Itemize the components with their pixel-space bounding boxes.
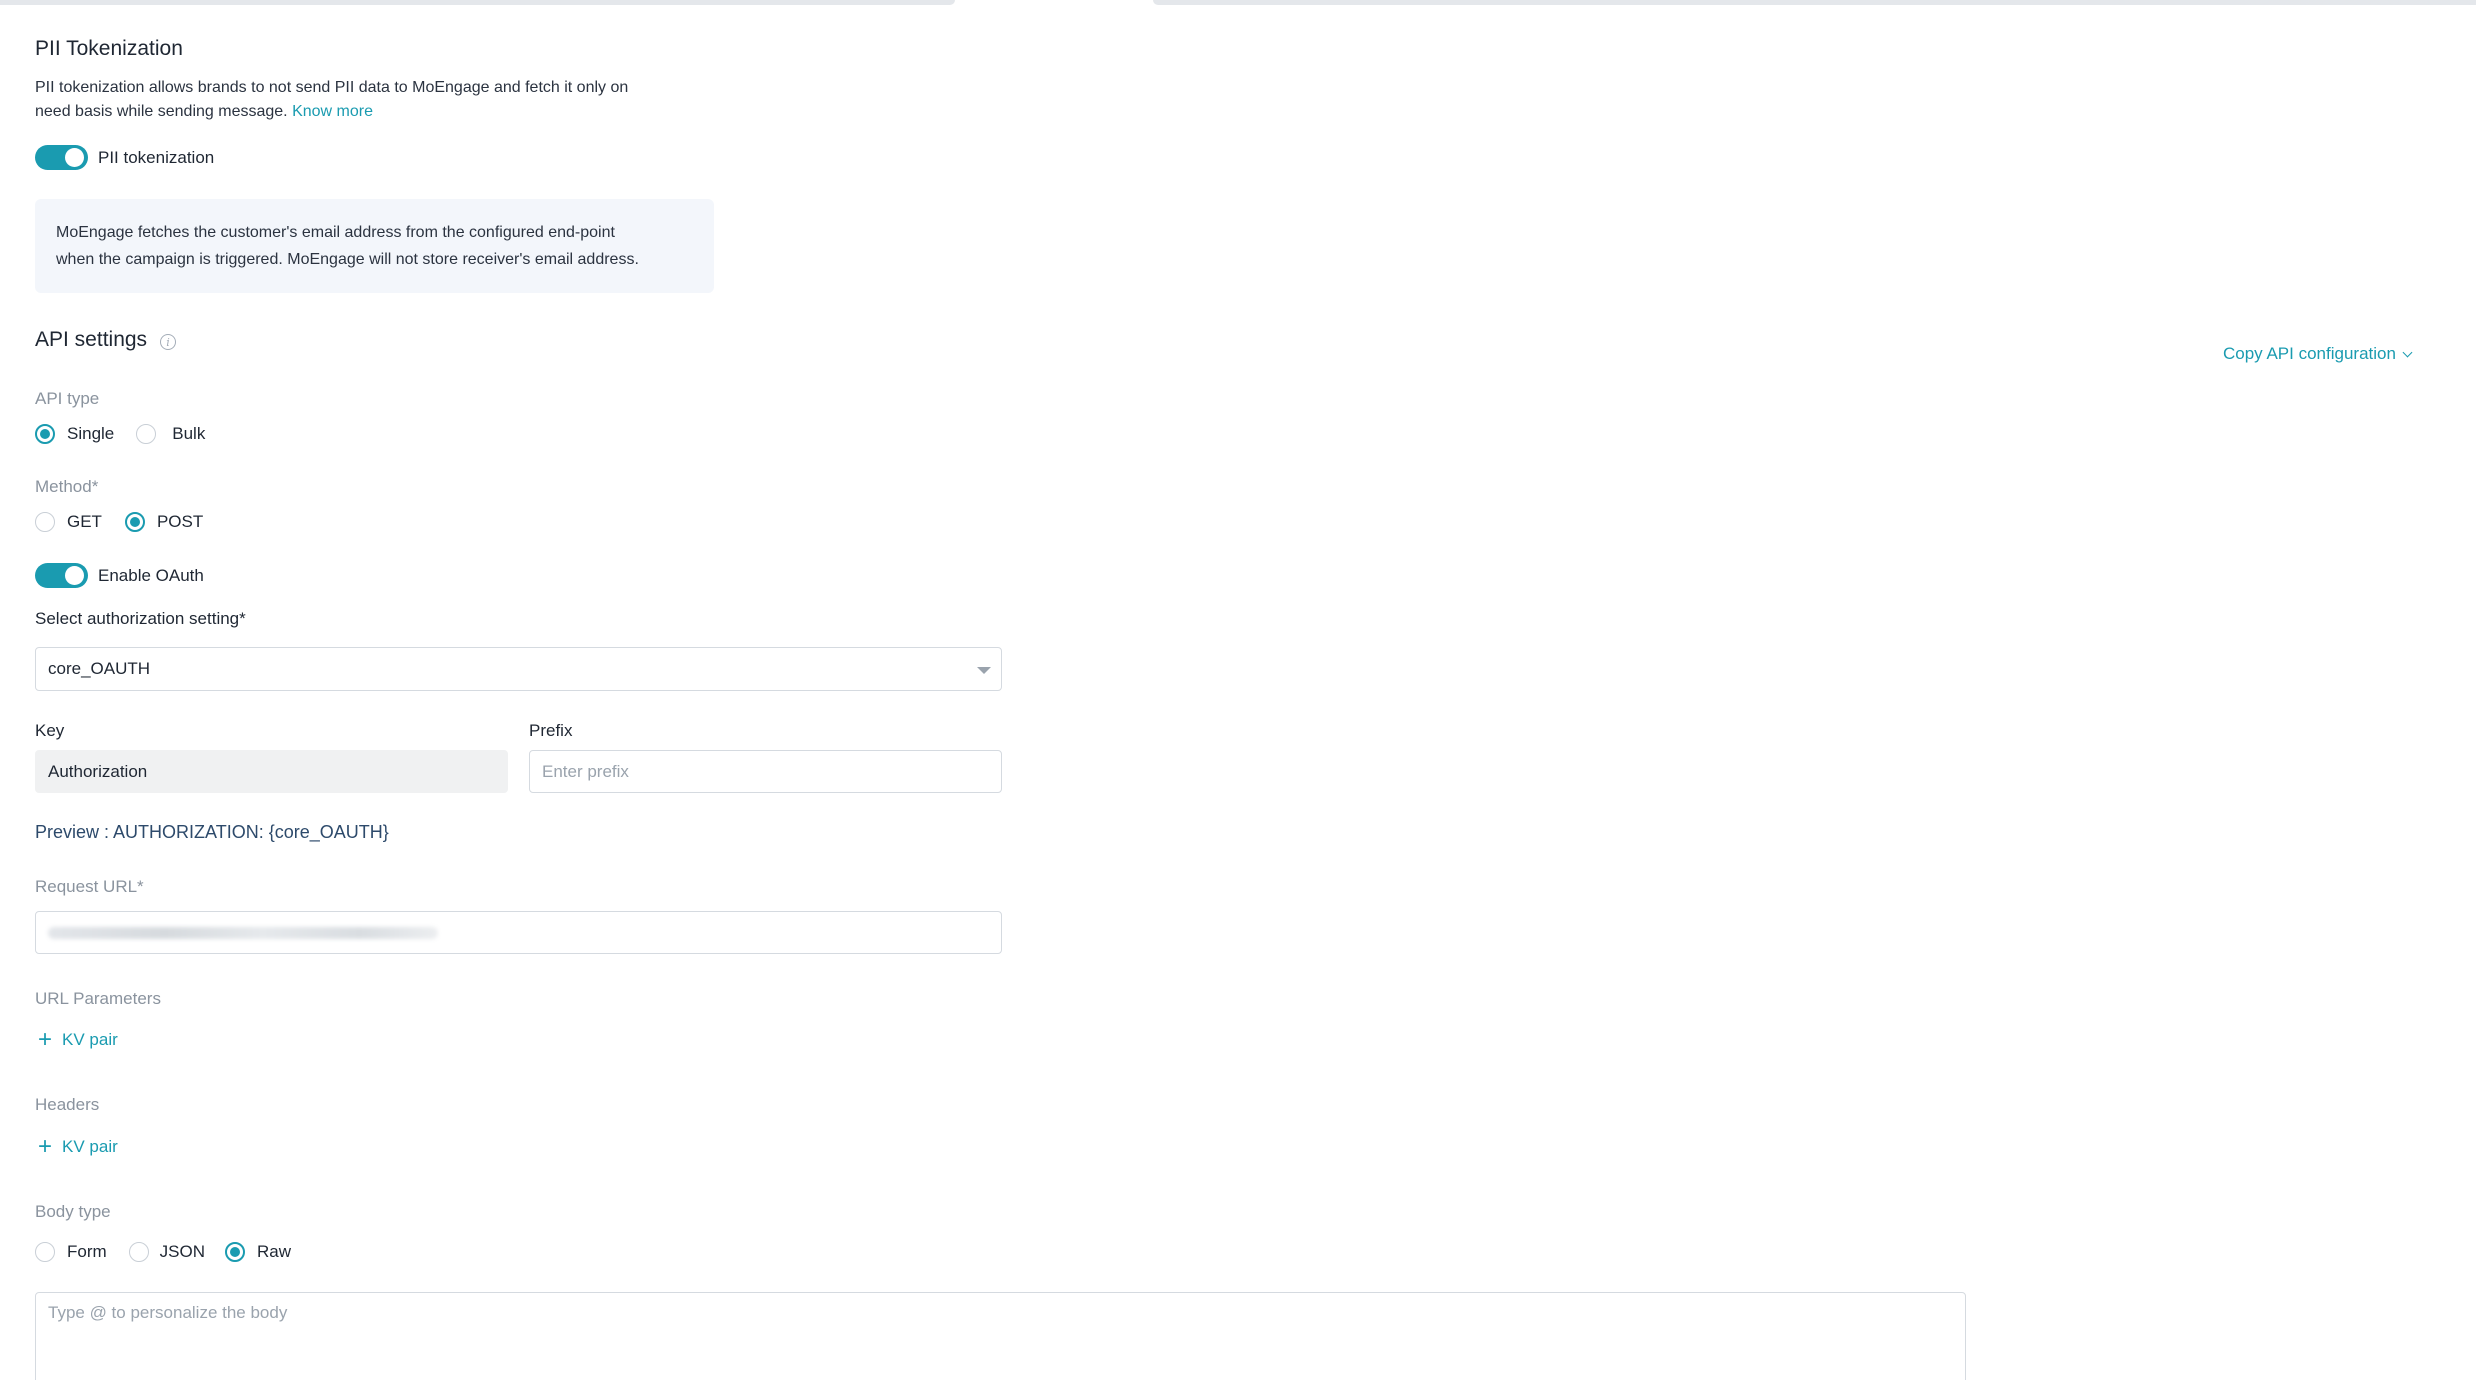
toggle-knob [65, 566, 84, 585]
copy-api-configuration-label: Copy API configuration [2223, 344, 2396, 363]
key-field: Authorization [35, 750, 508, 793]
key-label: Key [35, 721, 65, 740]
plus-icon: + [38, 1026, 53, 1053]
radio-circle [128, 1242, 149, 1262]
api-settings-title: API settings [35, 328, 148, 351]
pii-section-title: PII Tokenization [35, 37, 183, 60]
chevron-down-icon [2402, 347, 2413, 357]
enable-oauth-toggle[interactable] [35, 563, 88, 588]
prefix-input[interactable]: Enter prefix [529, 750, 1002, 793]
radio-circle-selected [225, 1242, 246, 1262]
add-url-parameter-button[interactable]: + KV pair [38, 1028, 118, 1052]
body-type-raw-label: Raw [257, 1242, 292, 1261]
body-type-label: Body type [35, 1202, 111, 1221]
pii-description-text: need basis while sending message. [35, 103, 288, 120]
api-type-single-radio[interactable]: Single [35, 424, 114, 444]
dropdown-caret-icon [977, 667, 991, 674]
api-type-bulk-label: Bulk [172, 424, 206, 443]
auth-setting-label: Select authorization setting* [35, 609, 246, 628]
tab-strip-left [0, 0, 955, 5]
method-radio-group: GET POST [35, 512, 223, 532]
pii-description: PII tokenization allows brands to not se… [35, 76, 628, 124]
body-type-form-label: Form [67, 1242, 107, 1261]
pii-info-text: MoEngage fetches the customer's email ad… [56, 219, 639, 273]
url-parameters-label: URL Parameters [35, 989, 161, 1008]
prefix-placeholder: Enter prefix [542, 761, 629, 781]
toggle-knob [65, 148, 84, 167]
pii-description-line2: need basis while sending message. Know m… [35, 100, 628, 124]
active-tab-gap [955, 0, 1153, 3]
oauth-toggle-row: Enable OAuth [35, 563, 204, 588]
radio-circle-selected [35, 424, 55, 444]
method-label: Method* [35, 477, 99, 496]
method-get-radio[interactable]: GET [35, 512, 102, 532]
api-type-single-label: Single [67, 424, 115, 443]
method-post-radio[interactable]: POST [124, 512, 204, 532]
tab-strip-right [1153, 0, 2476, 5]
headers-label: Headers [35, 1095, 100, 1114]
body-textarea[interactable]: Type @ to personalize the body [35, 1292, 1966, 1380]
info-icon[interactable]: i [160, 334, 177, 350]
pii-info-line2: when the campaign is triggered. MoEngage… [56, 251, 639, 268]
request-url-redacted-value [48, 926, 438, 939]
pii-description-line1: PII tokenization allows brands to not se… [35, 79, 629, 96]
add-url-parameter-label: KV pair [62, 1030, 118, 1049]
radio-circle [136, 424, 157, 444]
pii-toggle-label: PII tokenization [98, 147, 215, 167]
pii-info-box: MoEngage fetches the customer's email ad… [35, 199, 714, 293]
know-more-link[interactable]: Know more [292, 103, 373, 120]
api-settings-header: API settings i [35, 328, 177, 352]
prefix-label: Prefix [529, 721, 573, 740]
radio-circle [35, 1242, 55, 1262]
body-placeholder: Type @ to personalize the body [48, 1303, 288, 1322]
body-type-radio-group: Form JSON Raw [35, 1242, 311, 1262]
body-type-form-radio[interactable]: Form [35, 1242, 107, 1262]
api-type-label: API type [35, 389, 100, 408]
request-url-label: Request URL* [35, 877, 144, 896]
body-type-raw-radio[interactable]: Raw [225, 1242, 291, 1262]
request-url-input[interactable] [35, 911, 1002, 954]
method-get-label: GET [67, 512, 102, 531]
method-post-label: POST [156, 512, 204, 531]
copy-api-configuration-button[interactable]: Copy API configuration [2223, 344, 2413, 364]
radio-circle-selected [124, 512, 145, 532]
radio-circle [35, 512, 55, 532]
api-type-bulk-radio[interactable]: Bulk [136, 424, 205, 444]
body-type-json-radio[interactable]: JSON [128, 1242, 206, 1262]
pii-tokenization-toggle[interactable] [35, 145, 88, 170]
add-header-button[interactable]: + KV pair [38, 1135, 118, 1159]
auth-preview-text: Preview : AUTHORIZATION: {core_OAUTH} [35, 822, 389, 842]
api-type-radio-group: Single Bulk [35, 424, 225, 444]
top-tab-strip [0, 0, 2476, 5]
enable-oauth-label: Enable OAuth [98, 565, 204, 585]
auth-setting-select[interactable]: core_OAUTH [35, 647, 1002, 691]
auth-setting-value: core_OAUTH [48, 659, 151, 678]
add-header-label: KV pair [62, 1137, 118, 1156]
key-value: Authorization [48, 761, 148, 781]
pii-toggle-row: PII tokenization [35, 145, 214, 170]
plus-icon: + [38, 1133, 53, 1160]
pii-info-line1: MoEngage fetches the customer's email ad… [56, 224, 615, 241]
body-type-json-label: JSON [159, 1242, 206, 1261]
